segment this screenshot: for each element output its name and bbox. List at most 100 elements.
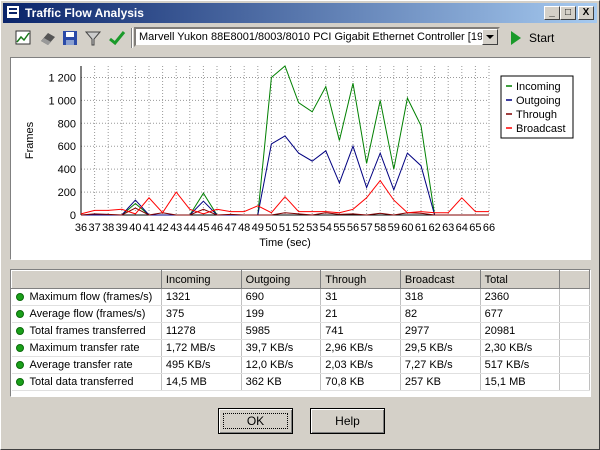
title-bar[interactable]: Traffic Flow Analysis _ □ X xyxy=(3,3,597,23)
table-cell: 14,5 MB xyxy=(161,373,242,391)
column-header[interactable] xyxy=(11,270,162,289)
table-cell: 70,8 KB xyxy=(320,373,401,391)
app-window-icon xyxy=(6,5,20,19)
focus-rect xyxy=(223,413,288,429)
row-label-text: Average transfer rate xyxy=(29,359,133,371)
table-cell-filler xyxy=(559,339,590,357)
status-dot-icon xyxy=(15,378,24,386)
traffic-chart-svg: 02004006008001 0001 20036 37 38 39 40 41 42 43 4… xyxy=(24,65,574,249)
x-tick-label: 58 xyxy=(374,222,386,234)
table-cell: 517 KB/s xyxy=(480,356,561,374)
table-row[interactable]: Average transfer rate 495 KB/s 12,0 KB/s 2,… xyxy=(11,356,590,374)
column-header[interactable]: Incoming xyxy=(160,270,242,289)
table-row[interactable]: Total frames transferred 11278 5985 741 2977… xyxy=(11,322,590,340)
chart-icon[interactable] xyxy=(13,28,33,48)
table-header-row: Incoming Outgoing Through Broadcast Total xyxy=(11,270,590,289)
filter-icon[interactable] xyxy=(83,28,103,48)
y-axis-label: Frames xyxy=(24,121,36,159)
table-cell: 15,1 MB xyxy=(480,373,561,391)
traffic-chart: 0 200 400 600 800 1 000 1 200 36 37 38 39 40 41 42 43 4… xyxy=(10,57,591,260)
start-button-label: Start xyxy=(529,31,555,45)
table-cell-filler xyxy=(559,288,590,306)
close-button[interactable]: X xyxy=(578,6,594,20)
ok-button[interactable]: OK xyxy=(218,408,293,434)
x-tick-label: 64 xyxy=(456,222,468,234)
table-row[interactable]: Maximum transfer rate 1,72 MB/s 39,7 KB/s 2… xyxy=(11,339,590,357)
row-label-text: Total frames transferred xyxy=(29,325,146,337)
stats-table: Incoming Outgoing Through Broadcast Total Max… xyxy=(11,270,590,391)
minimize-button[interactable]: _ xyxy=(544,6,560,20)
column-header[interactable]: Outgoing xyxy=(240,270,322,289)
table-cell: 199 xyxy=(241,305,322,323)
x-tick-label: 63 xyxy=(442,222,454,234)
y-tick-label: 0 xyxy=(70,210,76,222)
table-row[interactable]: Average flow (frames/s) 375 199 21 82 677 xyxy=(11,305,590,323)
maximize-button[interactable]: □ xyxy=(560,6,576,20)
x-tick-label: 50 xyxy=(265,222,277,234)
table-cell: 741 xyxy=(320,322,401,340)
table-cell-filler xyxy=(559,305,590,323)
table-cell: 677 xyxy=(480,305,561,323)
column-header[interactable]: Broadcast xyxy=(399,270,481,289)
x-tick-label: 56 xyxy=(347,222,359,234)
legend-label: Outgoing xyxy=(516,95,561,107)
table-cell: 2,03 KB/s xyxy=(320,356,401,374)
table-cell: 21 xyxy=(320,305,401,323)
table-row[interactable]: Total data transferred 14,5 MB 362 KB 70,8 … xyxy=(11,373,590,391)
x-tick-label: 51 xyxy=(279,222,291,234)
status-dot-icon xyxy=(15,361,24,369)
status-dot-icon xyxy=(15,310,24,318)
x-tick-label: 36 xyxy=(75,222,87,234)
x-tick-label: 54 xyxy=(320,222,332,234)
table-cell: 318 xyxy=(400,288,481,306)
x-axis-label: Time (sec) xyxy=(259,237,311,249)
save-icon[interactable] xyxy=(60,28,80,48)
y-tick-label: 800 xyxy=(58,118,76,130)
legend-label: Incoming xyxy=(516,81,561,93)
table-cell: 12,0 KB/s xyxy=(241,356,322,374)
chevron-down-icon[interactable] xyxy=(482,29,498,45)
legend-label: Broadcast xyxy=(516,123,566,135)
y-tick-label: 200 xyxy=(58,187,76,199)
toolbar-separator xyxy=(131,28,133,48)
table-cell-filler xyxy=(559,322,590,340)
table-cell: 2977 xyxy=(400,322,481,340)
column-header[interactable]: Total xyxy=(479,270,561,289)
eraser-icon[interactable] xyxy=(38,28,58,48)
row-label: Total data transferred xyxy=(11,373,162,391)
table-row[interactable]: Maximum flow (frames/s) 1321 690 31 318 2360 xyxy=(11,288,590,306)
row-label: Maximum transfer rate xyxy=(11,339,162,357)
x-tick-label: 38 xyxy=(102,222,114,234)
table-cell: 1321 xyxy=(161,288,242,306)
play-icon xyxy=(511,31,521,45)
x-tick-label: 66 xyxy=(483,222,495,234)
checkmark-icon[interactable] xyxy=(107,28,127,48)
adapter-select[interactable]: Marvell Yukon 88E8001/8003/8010 PCI Giga… xyxy=(134,27,500,47)
table-cell: 39,7 KB/s xyxy=(241,339,322,357)
x-tick-label: 41 xyxy=(143,222,155,234)
x-tick-label: 37 xyxy=(88,222,100,234)
table-cell: 375 xyxy=(161,305,242,323)
y-tick-label: 1 200 xyxy=(48,72,76,84)
help-button[interactable]: Help xyxy=(310,408,385,434)
status-dot-icon xyxy=(15,327,24,335)
x-tick-label: 46 xyxy=(211,222,223,234)
table-cell: 11278 xyxy=(161,322,242,340)
adapter-select-value: Marvell Yukon 88E8001/8003/8010 PCI Giga… xyxy=(139,31,493,43)
x-tick-label: 44 xyxy=(184,222,196,234)
legend-label: Through xyxy=(516,109,557,121)
status-dot-icon xyxy=(15,344,24,352)
table-cell: 7,27 KB/s xyxy=(400,356,481,374)
x-tick-label: 62 xyxy=(428,222,440,234)
x-tick-label: 65 xyxy=(469,222,481,234)
x-tick-label: 45 xyxy=(197,222,209,234)
start-button[interactable]: Start xyxy=(507,28,567,48)
column-header[interactable]: Through xyxy=(320,270,401,289)
row-label-text: Average flow (frames/s) xyxy=(29,308,146,320)
x-tick-label: 59 xyxy=(388,222,400,234)
x-tick-label: 47 xyxy=(224,222,236,234)
column-header-filler xyxy=(559,270,590,289)
x-tick-label: 61 xyxy=(415,222,427,234)
x-tick-label: 60 xyxy=(401,222,413,234)
x-tick-label: 52 xyxy=(292,222,304,234)
